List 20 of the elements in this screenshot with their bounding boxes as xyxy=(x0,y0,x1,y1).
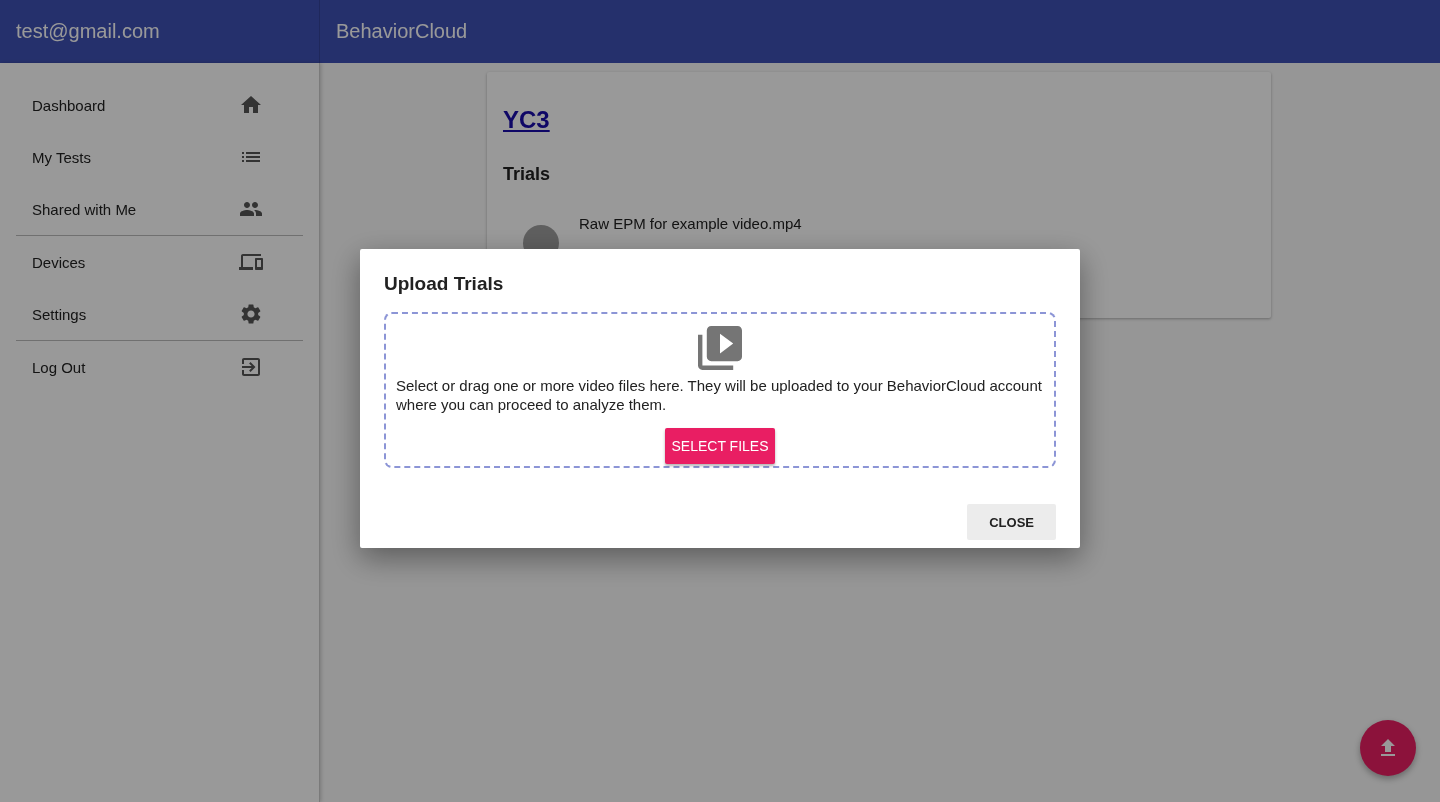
section-heading: Trials xyxy=(503,164,552,185)
dialog-title: Upload Trials xyxy=(384,273,505,295)
close-button[interactable]: CLOSE xyxy=(967,504,1056,540)
upload-fab[interactable] xyxy=(1360,720,1416,776)
nav-item[interactable]: Devices xyxy=(16,236,303,288)
nav-item[interactable]: My Tests xyxy=(16,131,303,183)
test-title-link[interactable]: YC3 xyxy=(503,106,550,134)
app-title: BehaviorCloud xyxy=(336,20,468,43)
settings-icon xyxy=(239,302,263,326)
select-files-button[interactable]: SELECT FILES xyxy=(665,428,775,464)
nav-item[interactable]: Shared with Me xyxy=(16,183,303,235)
video-library-icon xyxy=(698,326,742,370)
nav-item[interactable]: Log Out xyxy=(16,341,303,393)
upload-instructions: Select or drag one or more video files here. They will be uploaded to your BehaviorCloud account where you can proceed to analyze them. xyxy=(396,376,1043,414)
file-drop-zone[interactable]: Select or drag one or more video files here. They will be uploaded to your BehaviorCloud account where you can proceed to analyze them. SELECT FILES xyxy=(384,312,1056,468)
trial-name[interactable]: Raw EPM for example video.mp4 xyxy=(579,215,802,232)
nav-item[interactable]: Settings xyxy=(16,288,303,340)
nav-item[interactable]: Dashboard xyxy=(16,79,303,131)
account-email: test@gmail.com xyxy=(16,20,160,43)
logout-icon xyxy=(239,355,263,379)
